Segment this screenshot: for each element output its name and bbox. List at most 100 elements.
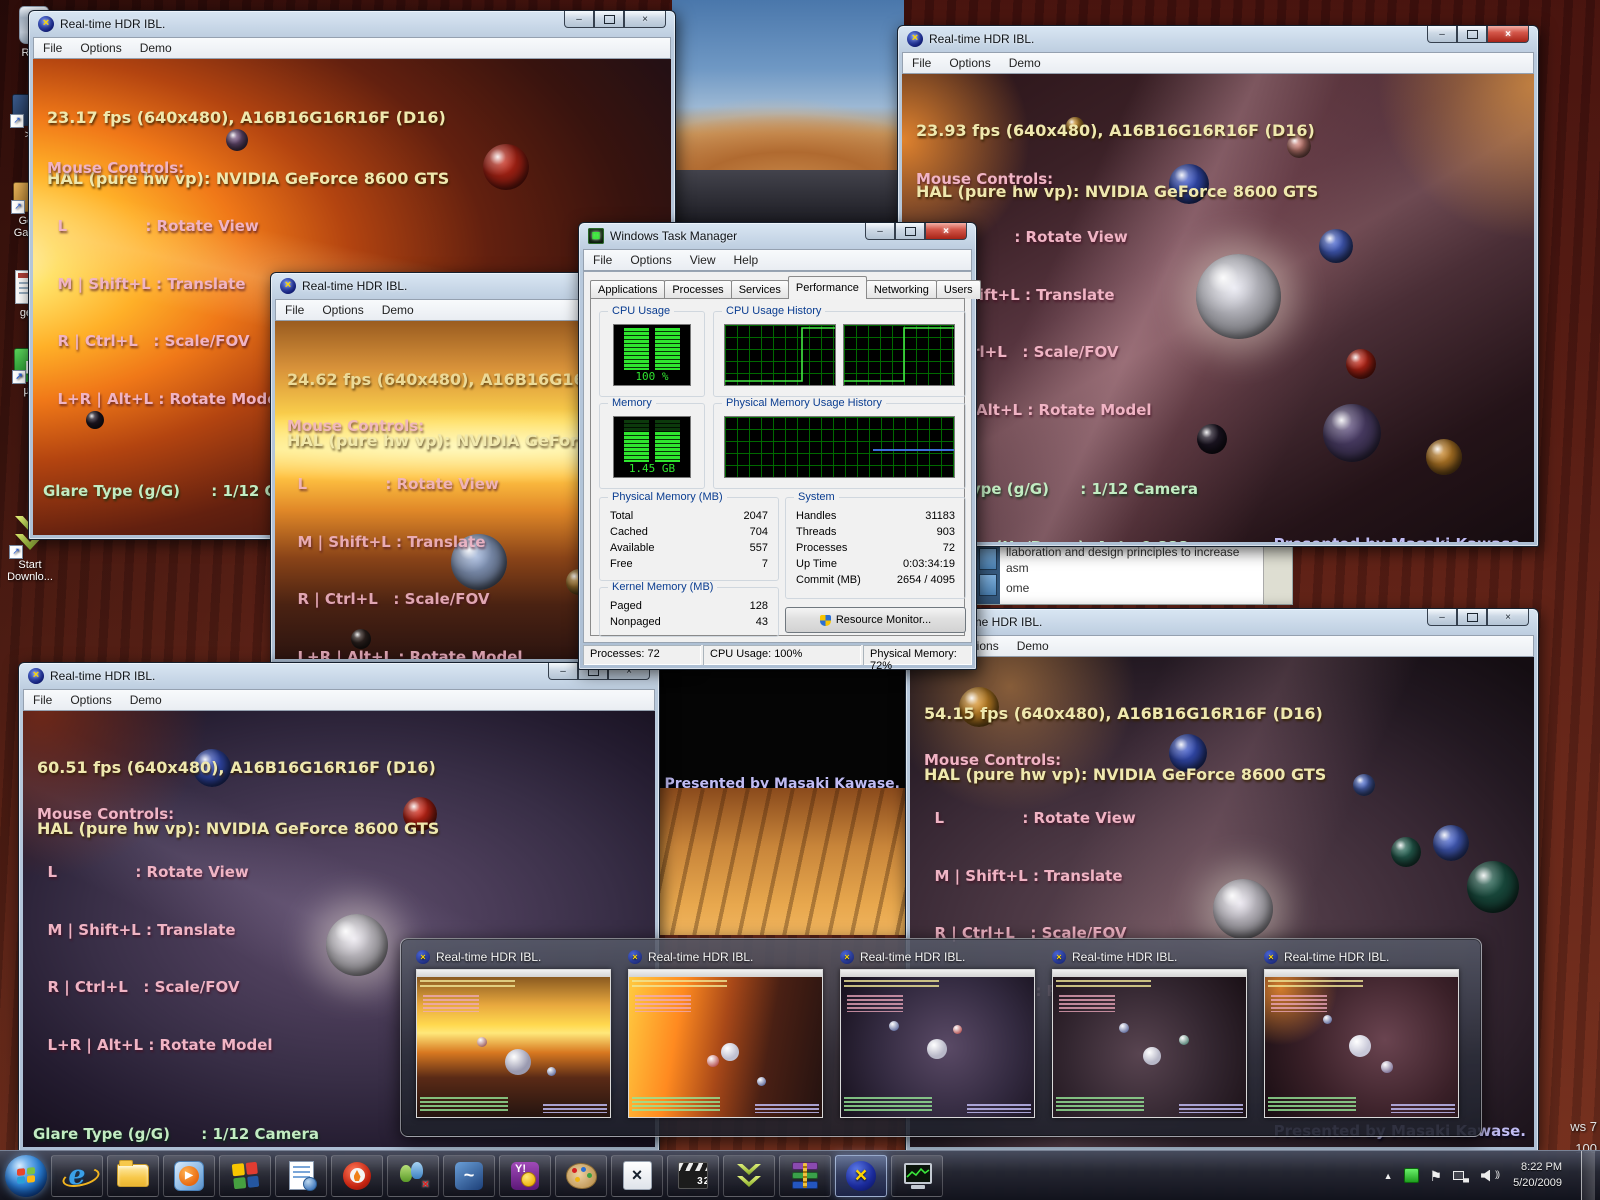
action-center-flag-icon[interactable]: ⚑	[1430, 1169, 1443, 1183]
app-icon: ×	[38, 16, 54, 32]
menu-file[interactable]: File	[24, 693, 61, 707]
thumbnail-preview[interactable]	[416, 969, 611, 1118]
maximize-button[interactable]	[1457, 609, 1487, 626]
tray-green-status-icon[interactable]	[1404, 1168, 1419, 1183]
menu-options[interactable]: Options	[71, 41, 130, 55]
resource-monitor-button[interactable]: Resource Monitor...	[785, 607, 966, 633]
titlebar[interactable]: × Real-time HDR IBL. – ×	[906, 609, 1538, 635]
taskbar-button-avg[interactable]	[219, 1155, 271, 1197]
minimize-button[interactable]: –	[564, 11, 594, 28]
background-document-window[interactable]: llaboration and design principles to inc…	[975, 543, 1293, 605]
sphere	[1353, 774, 1375, 796]
menu-demo[interactable]: Demo	[373, 303, 423, 317]
taskbar-button-openoffice[interactable]	[443, 1155, 495, 1197]
taskbar-button-palette[interactable]	[555, 1155, 607, 1197]
menubar: File Options Demo	[23, 689, 655, 711]
menu-help[interactable]: Help	[725, 253, 768, 267]
titlebar[interactable]: × Real-time HDR IBL. – ×	[19, 663, 659, 689]
thumbnail-title: Real-time HDR IBL.	[1284, 950, 1389, 964]
menu-options[interactable]: Options	[313, 303, 372, 317]
titlebar[interactable]: × Real-time HDR IBL. – ×	[898, 26, 1538, 52]
tab-users[interactable]: Users	[936, 280, 981, 299]
menubar: File Options Demo	[33, 37, 671, 59]
taskbar-button-winrar[interactable]	[779, 1155, 831, 1197]
thumbnail-preview[interactable]	[1264, 969, 1459, 1118]
thumbnail-title: Real-time HDR IBL.	[860, 950, 965, 964]
tab-processes[interactable]: Processes	[664, 280, 731, 299]
tab-applications[interactable]: Applications	[590, 280, 665, 299]
minimize-button[interactable]: –	[1427, 609, 1457, 626]
task-manager-window[interactable]: ▦ Windows Task Manager – × File Options …	[578, 222, 977, 670]
taskbar-button-flashget[interactable]	[723, 1155, 775, 1197]
tab-networking[interactable]: Networking	[866, 280, 937, 299]
taskbar-button-hdr-ibl-app[interactable]: ×	[835, 1155, 887, 1197]
close-button[interactable]: ×	[925, 223, 967, 240]
window-thumbnail[interactable]: Real-time HDR IBL.	[1052, 947, 1249, 1127]
taskbar-button-internet-explorer[interactable]: e	[51, 1155, 103, 1197]
close-button[interactable]: ×	[1487, 609, 1529, 626]
tab-services[interactable]: Services	[731, 280, 789, 299]
performance-panel: CPU Usage 100 % CPU Usage History	[590, 298, 965, 636]
thumbnail-title: Real-time HDR IBL.	[436, 950, 541, 964]
hdr-ibl-app-icon: ×	[846, 1161, 876, 1191]
close-button[interactable]: ×	[1487, 26, 1529, 43]
menubar: File Options Demo	[910, 635, 1534, 657]
window-thumbnail[interactable]: Real-time HDR IBL.	[416, 947, 613, 1127]
menu-file[interactable]: File	[903, 56, 940, 70]
menu-file[interactable]: File	[34, 41, 71, 55]
physical-memory-group: Physical Memory (MB) Total2047 Cached704…	[599, 497, 779, 581]
taskbar-thumbnails-flyout: Real-time HDR IBL. Real-time HDR IBL.	[400, 938, 1482, 1137]
taskbar-button-nero[interactable]	[331, 1155, 383, 1197]
taskbar-button-windows-explorer[interactable]	[107, 1155, 159, 1197]
show-hidden-icons-button[interactable]: ▲	[1384, 1171, 1393, 1181]
menu-options[interactable]: Options	[61, 693, 120, 707]
menu-demo[interactable]: Demo	[121, 693, 171, 707]
window-thumbnail[interactable]: Real-time HDR IBL.	[840, 947, 1037, 1127]
document-sidebar	[976, 544, 1000, 604]
taskbar-button-yahoo[interactable]: Y!	[499, 1155, 551, 1197]
menu-file[interactable]: File	[584, 253, 621, 267]
thumbnail-title: Real-time HDR IBL.	[1072, 950, 1177, 964]
menu-demo[interactable]: Demo	[1000, 56, 1050, 70]
thumbnail-preview[interactable]	[1052, 969, 1247, 1118]
cpu-history-group: CPU Usage History	[713, 311, 966, 397]
maximize-button[interactable]	[895, 223, 925, 240]
minimize-button[interactable]: –	[548, 663, 578, 680]
maximize-button[interactable]	[1457, 26, 1487, 43]
menu-demo[interactable]: Demo	[131, 41, 181, 55]
wallpaper-sky-fragment	[672, 0, 904, 172]
menu-options[interactable]: Options	[940, 56, 999, 70]
sphere	[1319, 229, 1353, 263]
render-viewport[interactable]: 23.93 fps (640x480), A16B16G16R16F (D16)…	[902, 74, 1534, 542]
taskbar-button-messenger[interactable]: ×	[387, 1155, 439, 1197]
titlebar[interactable]: × Real-time HDR IBL. – ×	[29, 11, 675, 37]
start-button[interactable]	[5, 1155, 47, 1197]
taskbar-clock[interactable]: 8:22 PM 5/20/2009	[1513, 1160, 1562, 1192]
cpu-history-graph-1	[724, 324, 836, 386]
menu-file[interactable]: File	[276, 303, 313, 317]
titlebar[interactable]: ▦ Windows Task Manager – ×	[579, 223, 976, 249]
window-thumbnail[interactable]: Real-time HDR IBL.	[628, 947, 825, 1127]
taskbar-button-directx-app[interactable]: ×	[611, 1155, 663, 1197]
taskbar-button-media-player-classic[interactable]: 321	[667, 1155, 719, 1197]
hdr-window-top-right[interactable]: × Real-time HDR IBL. – × File Options De…	[897, 25, 1539, 547]
maximize-button[interactable]	[594, 11, 624, 28]
menu-demo[interactable]: Demo	[1008, 639, 1058, 653]
menu-options[interactable]: Options	[621, 253, 680, 267]
sphere	[1196, 254, 1281, 339]
close-button[interactable]: ×	[624, 11, 666, 28]
show-desktop-button[interactable]	[1581, 1151, 1595, 1200]
thumbnail-preview[interactable]	[628, 969, 823, 1118]
thumbnail-preview[interactable]	[840, 969, 1035, 1118]
menu-view[interactable]: View	[681, 253, 725, 267]
taskbar-button-system-monitor[interactable]	[891, 1155, 943, 1197]
taskbar-button-media-player[interactable]: ▶	[163, 1155, 215, 1197]
volume-icon[interactable]	[1481, 1169, 1496, 1183]
minimize-button[interactable]: –	[1427, 26, 1457, 43]
window-thumbnail[interactable]: Real-time HDR IBL.	[1264, 947, 1461, 1127]
tab-performance[interactable]: Performance	[788, 276, 867, 299]
taskbar-button-web-document[interactable]	[275, 1155, 327, 1197]
network-icon[interactable]	[1453, 1169, 1470, 1183]
app-icon	[1264, 950, 1278, 964]
minimize-button[interactable]: –	[865, 223, 895, 240]
